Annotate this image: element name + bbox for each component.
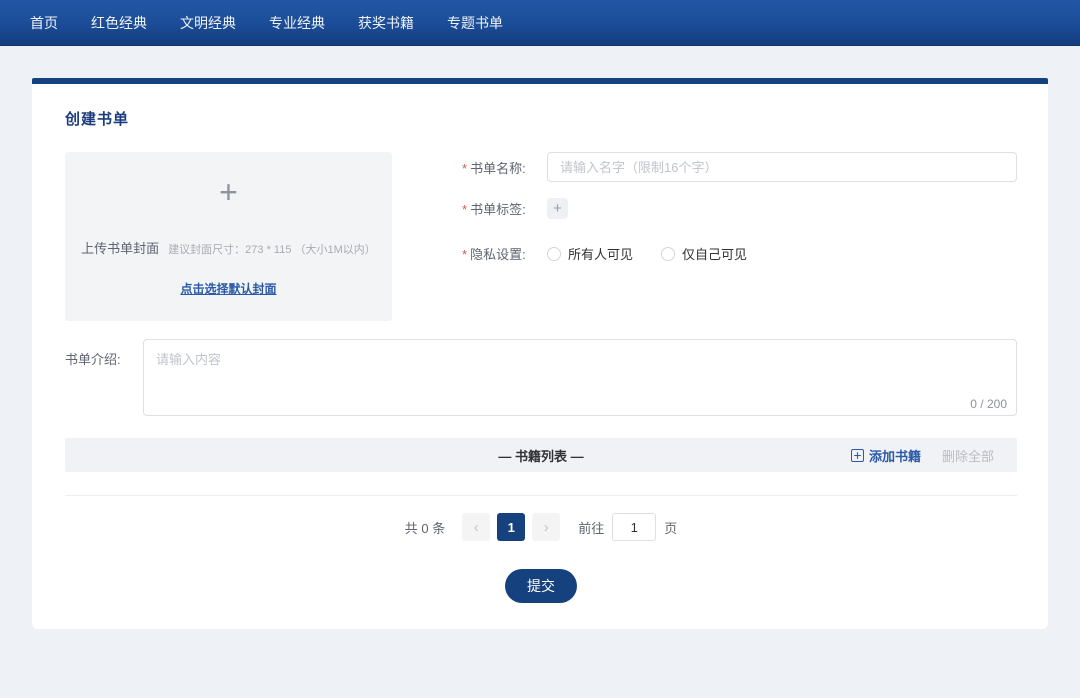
submit-row: 提交 xyxy=(65,569,1017,603)
book-list-header-bar: — 书籍列表 — 添加书籍 删除全部 xyxy=(65,438,1017,472)
booklist-name-label: *书单名称: xyxy=(462,158,547,177)
required-asterisk: * xyxy=(462,161,467,176)
upload-size-hint: 建议封面尺寸：273 * 115 （大小1M以内） xyxy=(168,241,376,257)
booklist-tags-label: *书单标签: xyxy=(462,199,547,218)
required-asterisk: * xyxy=(462,202,467,217)
page-title: 创建书单 xyxy=(65,108,1017,129)
add-tag-button[interactable]: + xyxy=(547,198,568,219)
plus-icon: + xyxy=(219,174,238,210)
privacy-radio-only-me[interactable]: 仅自己可见 xyxy=(661,244,747,263)
main-card: 创建书单 + 上传书单封面 建议封面尺寸：273 * 115 （大小1M以内） … xyxy=(32,78,1048,629)
radio-circle-icon[interactable] xyxy=(547,247,561,261)
pagination-page-1[interactable]: 1 xyxy=(497,513,525,541)
cover-upload-dropzone[interactable]: + 上传书单封面 建议封面尺寸：273 * 115 （大小1M以内） 点击选择默… xyxy=(65,152,392,321)
choose-default-cover-link[interactable]: 点击选择默认封面 xyxy=(180,280,276,297)
plus-icon: + xyxy=(553,201,562,216)
pagination: 共 0 条 ‹ 1 › 前往 页 xyxy=(65,513,1017,541)
nav-item-award-books[interactable]: 获奖书籍 xyxy=(358,13,414,33)
section-divider xyxy=(65,495,1017,496)
upload-text-row: 上传书单封面 建议封面尺寸：273 * 115 （大小1M以内） xyxy=(81,238,376,257)
add-books-label: 添加书籍 xyxy=(869,446,921,465)
char-counter: 0 / 200 xyxy=(966,397,1007,411)
booklist-name-input[interactable] xyxy=(547,152,1017,182)
booklist-intro-label: 书单介绍: xyxy=(65,339,143,416)
pagination-page-unit: 页 xyxy=(664,518,677,537)
nav-item-civilization-classics[interactable]: 文明经典 xyxy=(180,13,236,33)
privacy-setting-row: *隐私设置: 所有人可见 仅自己可见 xyxy=(462,244,1017,263)
booklist-intro-row: 书单介绍: 0 / 200 xyxy=(65,339,1017,416)
cover-and-fields-row: + 上传书单封面 建议封面尺寸：273 * 115 （大小1M以内） 点击选择默… xyxy=(65,152,1017,321)
pagination-prev-button[interactable]: ‹ xyxy=(462,513,490,541)
delete-all-button[interactable]: 删除全部 xyxy=(942,446,994,465)
create-booklist-card: 创建书单 + 上传书单封面 建议封面尺寸：273 * 115 （大小1M以内） … xyxy=(32,84,1048,629)
nav-item-home[interactable]: 首页 xyxy=(30,13,58,33)
add-books-button[interactable]: 添加书籍 xyxy=(851,446,921,465)
pagination-goto-label: 前往 xyxy=(578,518,604,537)
pagination-total-count: 共 0 条 xyxy=(405,518,445,537)
pagination-goto-input[interactable] xyxy=(612,513,656,541)
privacy-radio-everyone[interactable]: 所有人可见 xyxy=(547,244,633,263)
booklist-intro-textarea[interactable] xyxy=(143,339,1017,416)
nav-item-professional-classics[interactable]: 专业经典 xyxy=(269,13,325,33)
book-list-actions: 添加书籍 删除全部 xyxy=(851,438,994,472)
book-list-title: — 书籍列表 — xyxy=(498,446,583,465)
pagination-next-button[interactable]: › xyxy=(532,513,560,541)
radio-circle-icon[interactable] xyxy=(661,247,675,261)
nav-item-red-classics[interactable]: 红色经典 xyxy=(91,13,147,33)
required-asterisk: * xyxy=(462,247,467,262)
intro-textarea-wrap: 0 / 200 xyxy=(143,339,1017,416)
nav-item-special-booklists[interactable]: 专题书单 xyxy=(447,13,503,33)
upload-cover-label: 上传书单封面 xyxy=(81,238,159,257)
form-fields-column: *书单名称: *书单标签: + *隐私设置: 所有人可见 xyxy=(462,152,1017,321)
plus-square-icon xyxy=(851,449,864,462)
chevron-left-icon: ‹ xyxy=(474,520,479,535)
chevron-right-icon: › xyxy=(544,520,549,535)
privacy-everyone-label: 所有人可见 xyxy=(568,244,633,263)
privacy-only-me-label: 仅自己可见 xyxy=(682,244,747,263)
booklist-tags-row: *书单标签: + xyxy=(462,198,1017,219)
top-navbar: 首页 红色经典 文明经典 专业经典 获奖书籍 专题书单 xyxy=(0,0,1080,46)
privacy-setting-label: *隐私设置: xyxy=(462,244,547,263)
submit-button[interactable]: 提交 xyxy=(505,569,577,603)
booklist-name-row: *书单名称: xyxy=(462,152,1017,182)
